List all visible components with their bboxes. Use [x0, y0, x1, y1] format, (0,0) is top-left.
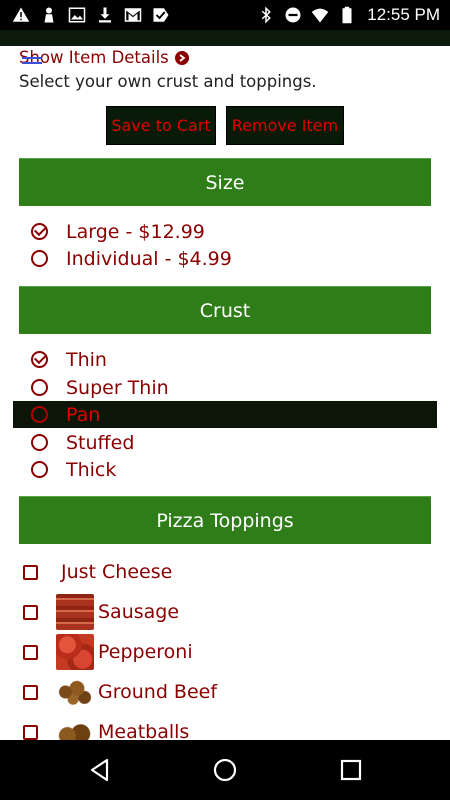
- crust-option-label: Pan: [66, 403, 101, 426]
- size-section-header: Size: [19, 158, 431, 206]
- wifi-icon: [311, 8, 329, 23]
- pepperoni-image: [56, 634, 94, 670]
- radio-checked-icon[interactable]: [31, 351, 48, 368]
- status-time: 12:55 PM: [367, 5, 440, 24]
- topping-pepperoni[interactable]: Pepperoni: [0, 632, 450, 672]
- gmail-icon: [124, 8, 142, 22]
- size-option-large[interactable]: Large - $12.99: [0, 218, 450, 245]
- size-option-label: Large - $12.99: [66, 220, 205, 243]
- bluetooth-icon: [261, 6, 272, 24]
- topping-label: Ground Beef: [98, 681, 218, 703]
- size-option-individual[interactable]: Individual - $4.99: [0, 245, 450, 272]
- size-option-label: Individual - $4.99: [66, 247, 232, 270]
- crust-option-label: Super Thin: [66, 376, 169, 399]
- save-to-cart-button[interactable]: Save to Cart: [106, 106, 216, 145]
- navigation-bar: [0, 740, 450, 800]
- radio-unchecked-icon[interactable]: [31, 406, 48, 423]
- topping-ground-beef[interactable]: Ground Beef: [0, 672, 450, 712]
- radio-checked-icon[interactable]: [31, 223, 48, 240]
- topping-label: Pepperoni: [98, 641, 193, 663]
- ground-beef-image: [56, 674, 94, 710]
- image-icon: [68, 7, 86, 23]
- radio-unchecked-icon[interactable]: [31, 461, 48, 478]
- checkbox-icon[interactable]: [23, 644, 38, 660]
- do-not-disturb-icon: [285, 7, 301, 23]
- radio-unchecked-icon[interactable]: [31, 379, 48, 396]
- chess-pawn-icon: [44, 7, 54, 23]
- remove-item-button[interactable]: Remove Item: [226, 106, 344, 145]
- checkbox-icon[interactable]: [23, 684, 38, 700]
- toppings-section-header: Pizza Toppings: [19, 496, 431, 544]
- crust-option-super-thin[interactable]: Super Thin: [0, 374, 450, 401]
- checkmark-app-icon: [153, 8, 169, 22]
- crust-option-label: Thick: [66, 458, 117, 481]
- status-bar: 12:55 PM: [0, 0, 450, 30]
- crust-option-thin[interactable]: Thin: [0, 346, 450, 373]
- warning-icon: [12, 7, 30, 22]
- app-header-strip: [0, 30, 450, 46]
- checkbox-icon[interactable]: [23, 564, 38, 580]
- radio-unchecked-icon[interactable]: [31, 250, 48, 267]
- topping-label: Meatballs: [98, 721, 190, 740]
- menu-icon[interactable]: [22, 57, 42, 69]
- chevron-right-icon: [174, 50, 189, 65]
- crust-option-thick[interactable]: Thick: [0, 456, 450, 483]
- topping-label: Just Cheese: [61, 561, 173, 583]
- recent-apps-icon[interactable]: [338, 757, 364, 783]
- crust-option-label: Stuffed: [66, 431, 135, 454]
- page-subtitle: Select your own crust and toppings.: [19, 72, 317, 91]
- radio-unchecked-icon[interactable]: [31, 434, 48, 451]
- crust-option-stuffed[interactable]: Stuffed: [0, 429, 450, 456]
- crust-section-header: Crust: [19, 286, 431, 334]
- home-icon[interactable]: [212, 757, 238, 783]
- topping-label: Sausage: [98, 601, 180, 623]
- checkbox-icon[interactable]: [23, 724, 38, 740]
- pizza-builder: Show Item Details Select your own crust …: [0, 46, 450, 740]
- sausage-image: [56, 594, 94, 630]
- meatballs-image: [56, 714, 94, 740]
- topping-meatballs[interactable]: Meatballs: [0, 712, 450, 740]
- show-item-details-link[interactable]: Show Item Details: [19, 48, 189, 67]
- topping-sausage[interactable]: Sausage: [0, 592, 450, 632]
- topping-just-cheese[interactable]: Just Cheese: [0, 552, 450, 592]
- battery-icon: [342, 6, 352, 24]
- download-icon: [99, 7, 111, 23]
- back-icon[interactable]: [87, 757, 113, 783]
- crust-option-label: Thin: [66, 348, 107, 371]
- crust-option-pan[interactable]: Pan: [13, 401, 437, 428]
- checkbox-icon[interactable]: [23, 604, 38, 620]
